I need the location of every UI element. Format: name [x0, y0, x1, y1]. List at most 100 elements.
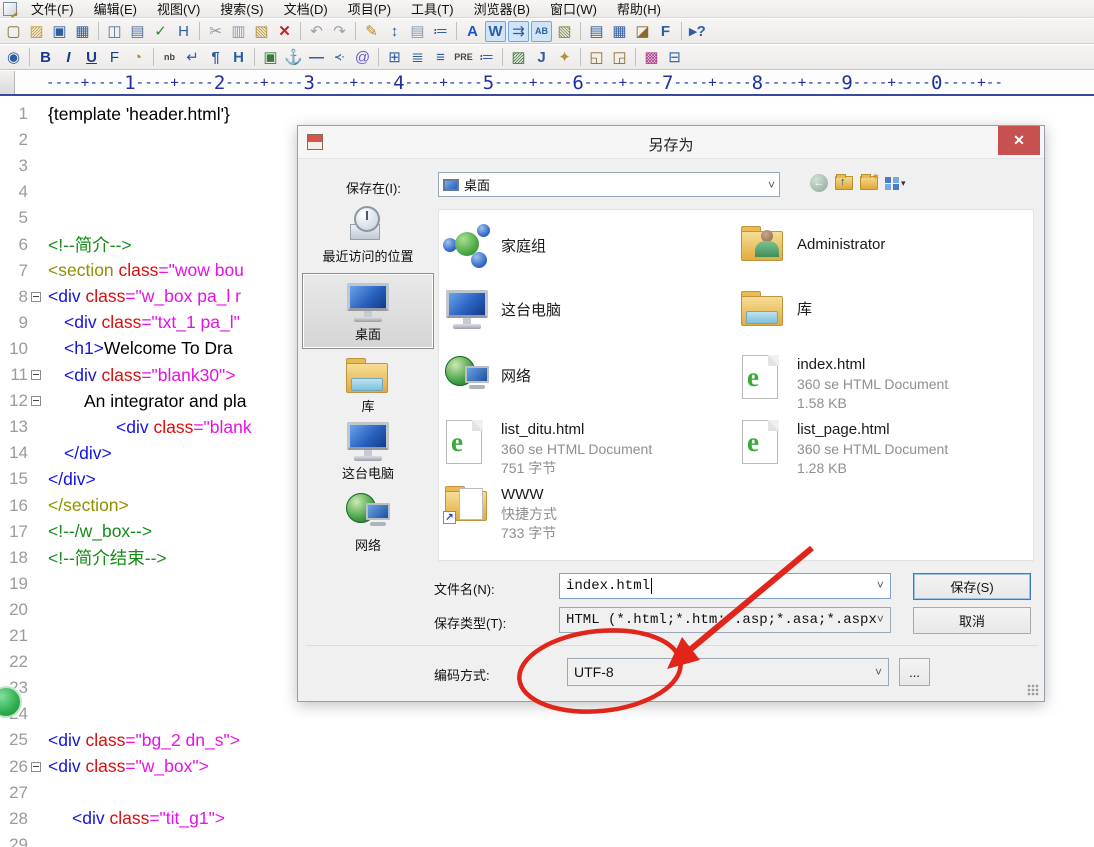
font-icon[interactable]: F: [104, 47, 125, 68]
paragraph-icon[interactable]: ¶: [205, 47, 226, 68]
word-wrap-icon[interactable]: W: [485, 21, 506, 42]
menu-item[interactable]: 浏览器(B): [464, 0, 540, 18]
undo-icon[interactable]: ↶: [306, 21, 327, 42]
frames-icon[interactable]: F: [655, 21, 676, 42]
view-menu-icon[interactable]: ▾: [885, 177, 906, 190]
dialog-titlebar[interactable]: 另存为 ✕: [298, 126, 1044, 159]
menu-item[interactable]: 文档(D): [274, 0, 338, 18]
code-line[interactable]: 26<div class="w_box">: [0, 755, 1094, 779]
table-icon[interactable]: ⊞: [384, 47, 405, 68]
spell-check-icon[interactable]: ✓: [150, 21, 171, 42]
place-item-recent[interactable]: 最近访问的位置: [302, 206, 434, 264]
menu-item[interactable]: 帮助(H): [607, 0, 671, 18]
panel-tabs-icon[interactable]: ▦: [609, 21, 630, 42]
hr-icon[interactable]: —: [306, 47, 327, 68]
encoding-select[interactable]: UTF-8 ˅: [567, 658, 889, 686]
fold-marker-icon[interactable]: [31, 396, 41, 406]
code-line[interactable]: 29: [0, 833, 1094, 847]
cut-icon[interactable]: ✂: [205, 21, 226, 42]
file-item[interactable]: ↗WWW快捷方式733 字节: [443, 484, 733, 543]
colors-icon[interactable]: ▩: [641, 47, 662, 68]
menu-item[interactable]: 搜索(S): [210, 0, 273, 18]
new-file-icon[interactable]: ▢: [3, 21, 24, 42]
fold-marker-icon[interactable]: [31, 370, 41, 380]
applet-icon[interactable]: ✦: [554, 47, 575, 68]
redo-icon[interactable]: ↷: [329, 21, 350, 42]
html-doc-icon[interactable]: H: [173, 21, 194, 42]
copy-icon[interactable]: ▥: [228, 21, 249, 42]
chevron-down-icon[interactable]: ˅: [877, 579, 884, 593]
heading-icon[interactable]: H: [228, 47, 249, 68]
line-break-icon[interactable]: ↵: [182, 47, 203, 68]
code-line[interactable]: 24: [0, 702, 1094, 726]
file-list[interactable]: 家庭组这台电脑网络elist_ditu.html360 se HTML Docu…: [438, 209, 1034, 561]
indent-guides-icon[interactable]: ⇉: [508, 21, 529, 42]
code-line[interactable]: 1{template 'header.html'}: [0, 102, 1094, 126]
menu-item[interactable]: 窗口(W): [540, 0, 607, 18]
place-item-network[interactable]: 网络: [302, 491, 434, 553]
cancel-button[interactable]: 取消: [913, 607, 1031, 634]
filetype-select[interactable]: HTML (*.html;*.htm;*.asp;*.asa;*.aspx; ˅: [559, 607, 891, 633]
save-in-combobox[interactable]: 桌面 ˅: [438, 172, 780, 197]
menu-item[interactable]: 工具(T): [401, 0, 464, 18]
list-indent-icon[interactable]: ≔: [430, 21, 451, 42]
anchor-icon[interactable]: ⚓: [283, 47, 304, 68]
up-one-level-icon[interactable]: ↑: [835, 176, 853, 190]
print-icon[interactable]: ▤: [127, 21, 148, 42]
back-icon[interactable]: ←: [810, 174, 828, 192]
save-all-icon[interactable]: ▦: [72, 21, 93, 42]
email-icon[interactable]: @: [352, 47, 373, 68]
java-icon[interactable]: J: [531, 47, 552, 68]
script-icon[interactable]: ▨: [508, 47, 529, 68]
file-item[interactable]: 家庭组: [443, 224, 733, 268]
menu-item[interactable]: 项目(P): [338, 0, 401, 18]
panel-list-icon[interactable]: ▤: [586, 21, 607, 42]
fold-marker-icon[interactable]: [31, 292, 41, 302]
paste-icon[interactable]: ▧: [251, 21, 272, 42]
open-file-icon[interactable]: ▨: [26, 21, 47, 42]
file-item[interactable]: 这台电脑: [443, 289, 733, 331]
highlight-icon[interactable]: ✎: [361, 21, 382, 42]
filename-input[interactable]: index.html ˅: [559, 573, 891, 599]
date-time-icon[interactable]: ◔: [127, 47, 148, 68]
menu-item[interactable]: 文件(F): [21, 0, 84, 18]
chevron-down-icon[interactable]: ˅: [768, 178, 775, 192]
menu-item[interactable]: 编辑(E): [84, 0, 147, 18]
bold-icon[interactable]: B: [35, 47, 56, 68]
image-icon[interactable]: ▣: [260, 47, 281, 68]
file-item[interactable]: Administrator: [739, 224, 1029, 264]
close-icon[interactable]: ✕: [998, 126, 1040, 155]
chevron-down-icon[interactable]: ˅: [875, 665, 882, 679]
frame-new-icon[interactable]: ◱: [586, 47, 607, 68]
save-icon[interactable]: ▣: [49, 21, 70, 42]
line-numbers-icon[interactable]: AB: [531, 21, 552, 42]
file-item[interactable]: 库: [739, 289, 1029, 329]
resize-grip[interactable]: [1027, 684, 1039, 696]
zoom-icon[interactable]: ◉: [3, 47, 24, 68]
frame-split-icon[interactable]: ◲: [609, 47, 630, 68]
place-item-desktop[interactable]: 桌面: [302, 273, 434, 349]
file-item[interactable]: elist_page.html360 se HTML Document1.28 …: [739, 419, 1029, 478]
project-pane-icon[interactable]: ◪: [632, 21, 653, 42]
sort-icon[interactable]: ↕: [384, 21, 405, 42]
place-item-computer[interactable]: 这台电脑: [302, 421, 434, 481]
duplicate-icon[interactable]: ▤: [407, 21, 428, 42]
save-button[interactable]: 保存(S): [913, 573, 1031, 600]
pre-icon[interactable]: PRE: [453, 47, 474, 68]
nbsp-icon[interactable]: nb: [159, 47, 180, 68]
tag-icon[interactable]: ≺·: [329, 47, 350, 68]
font-color-icon[interactable]: A: [462, 21, 483, 42]
underline-icon[interactable]: U: [81, 47, 102, 68]
context-help-icon[interactable]: ▸?: [687, 21, 708, 42]
new-folder-icon[interactable]: ✶: [860, 176, 878, 190]
format-settings-icon[interactable]: ▧: [554, 21, 575, 42]
code-line[interactable]: 28<div class="tit_g1">: [0, 807, 1094, 831]
print-preview-icon[interactable]: ◫: [104, 21, 125, 42]
chevron-down-icon[interactable]: ˅: [877, 613, 884, 627]
italic-icon[interactable]: I: [58, 47, 79, 68]
align-right-icon[interactable]: ≡: [430, 47, 451, 68]
align-center-icon[interactable]: ≣: [407, 47, 428, 68]
more-options-button[interactable]: ...: [899, 658, 930, 686]
menu-item[interactable]: 视图(V): [147, 0, 210, 18]
list-icon[interactable]: ≔: [476, 47, 497, 68]
